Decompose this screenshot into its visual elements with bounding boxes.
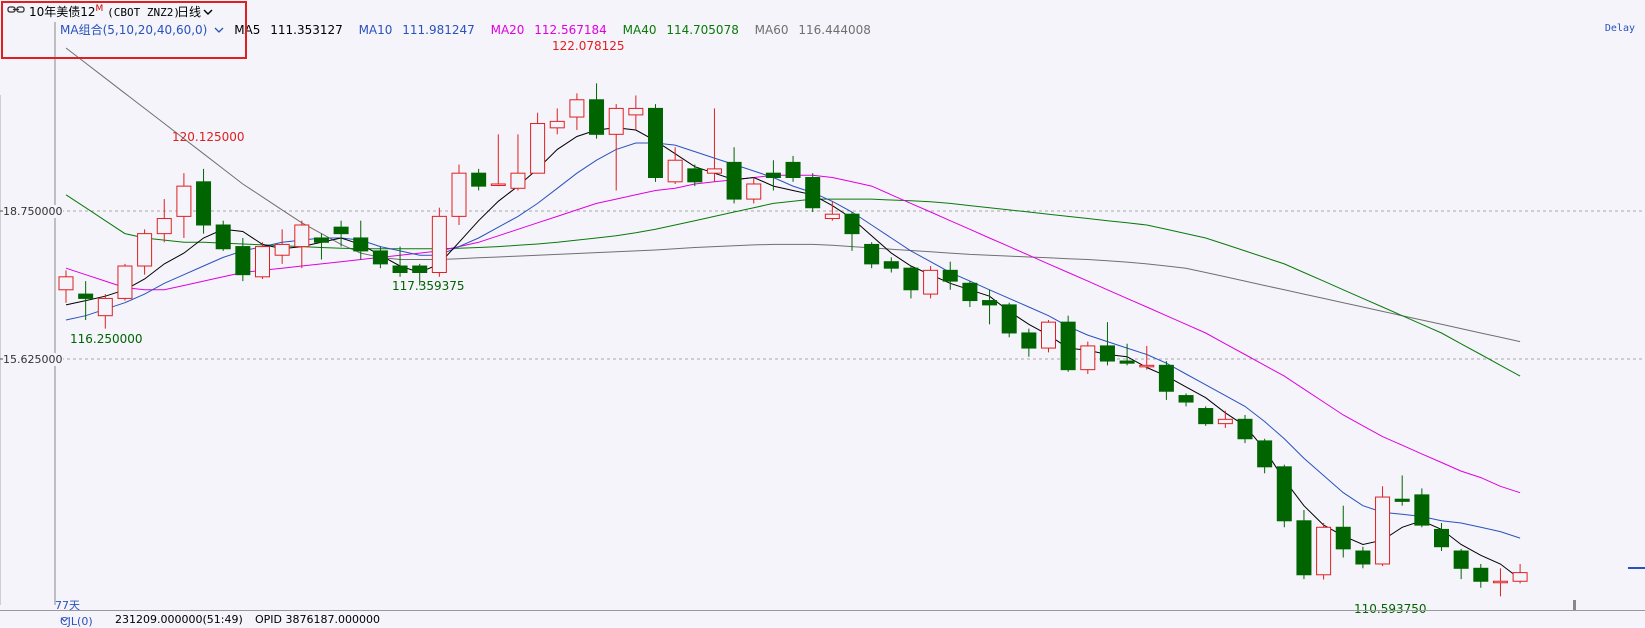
- cjl-label: CJL(0): [60, 615, 93, 628]
- candle-body: [726, 161, 742, 200]
- candle-body: [549, 120, 565, 129]
- candle-body: [156, 218, 172, 235]
- y-axis-label-lower: 15.625000: [3, 353, 63, 366]
- candle-body: [1041, 321, 1056, 349]
- candle-body: [824, 213, 840, 220]
- candle-body: [746, 183, 762, 200]
- candle-body: [785, 161, 801, 179]
- candle-body: [903, 267, 919, 291]
- candle-body: [372, 250, 388, 265]
- candle-body: [1276, 466, 1292, 522]
- candle-body: [451, 172, 467, 217]
- candle-body: [471, 172, 487, 187]
- candle-body: [667, 159, 683, 183]
- candle-body: [196, 181, 212, 226]
- candle-body: [510, 172, 526, 189]
- candle-body: [274, 243, 290, 256]
- candle-body: [313, 237, 329, 243]
- ma-line-ma60: [65, 47, 1521, 343]
- candle-body: [1080, 345, 1096, 371]
- candle-body: [97, 297, 113, 317]
- candle-body: [608, 107, 624, 135]
- candle-body: [137, 233, 153, 267]
- candle-body: [392, 265, 408, 274]
- y-axis-label-upper: 18.750000: [3, 205, 63, 218]
- candle-body: [805, 177, 821, 209]
- candle-body: [1492, 580, 1508, 584]
- high-annotation-1: 120.125000: [172, 130, 245, 144]
- candle-body: [1512, 572, 1528, 582]
- volume-indicator-selector[interactable]: CJL(0): [60, 613, 93, 628]
- candle-body: [1119, 360, 1135, 364]
- candle-body: [1414, 494, 1430, 526]
- candle-body: [1099, 345, 1115, 362]
- open-interest-value: OPID 3876187.000000: [255, 613, 380, 626]
- ma-line-ma10: [65, 142, 1521, 539]
- volume-value: 231209.000000(51:49): [115, 613, 243, 626]
- candle-body: [864, 243, 880, 265]
- candle-body: [589, 99, 605, 135]
- candle-body: [1355, 550, 1371, 565]
- candle-body: [706, 168, 722, 174]
- candle-body: [1316, 526, 1332, 576]
- candle-body: [412, 265, 428, 274]
- candle-body: [1178, 395, 1194, 403]
- candle-body: [569, 99, 585, 118]
- candle-body: [1375, 496, 1391, 565]
- volume-panel-header: CJL(0) 231209.000000(51:49) OPID 3876187…: [0, 610, 1645, 628]
- candle-body: [117, 265, 133, 299]
- candle-body: [1060, 321, 1076, 371]
- candle-body: [333, 226, 349, 235]
- candle-body: [1473, 567, 1489, 582]
- candle-body: [490, 183, 506, 186]
- candle-body: [235, 246, 251, 276]
- candle-body: [1139, 364, 1155, 368]
- last-price-marker: [1628, 567, 1645, 569]
- candle-body: [982, 300, 998, 306]
- high-annotation-2: 122.078125: [552, 39, 625, 53]
- ma-line-ma40: [65, 194, 1521, 377]
- candle-body: [1001, 304, 1017, 334]
- candle-body: [1257, 440, 1273, 468]
- candle-body: [1434, 528, 1449, 548]
- candle-body: [1335, 526, 1351, 550]
- candle-body: [176, 185, 192, 217]
- candle-body: [353, 237, 369, 252]
- candle-body: [883, 261, 899, 269]
- ma-line-ma20: [65, 174, 1521, 494]
- volume-tick: [1573, 600, 1576, 610]
- low-annotation-1: 116.250000: [70, 332, 143, 346]
- candle-body: [215, 224, 231, 250]
- candle-body: [765, 172, 781, 179]
- candle-body: [1237, 418, 1253, 440]
- candle-body: [530, 123, 546, 174]
- candle-body: [431, 215, 447, 273]
- candle-body: [628, 107, 644, 116]
- candle-body: [648, 107, 663, 178]
- candle-body: [1158, 364, 1174, 392]
- candle-body: [923, 269, 939, 295]
- candle-body: [1453, 550, 1469, 569]
- candle-body: [844, 213, 860, 235]
- candle-body: [78, 293, 94, 299]
- candle-body: [687, 168, 703, 183]
- candle-body: [1296, 520, 1312, 576]
- candle-body: [255, 246, 270, 278]
- low-annotation-2: 117.359375: [392, 279, 465, 293]
- candle-body: [1021, 332, 1037, 349]
- candle-body: [1217, 418, 1233, 425]
- ma-line-ma5: [65, 127, 1521, 580]
- candle-body: [1198, 408, 1214, 425]
- candle-body: [962, 282, 978, 302]
- candlestick-chart[interactable]: [0, 0, 1645, 610]
- candle-body: [294, 224, 310, 248]
- candle-body: [1394, 498, 1410, 502]
- candle-body: [942, 269, 958, 282]
- candle-body: [58, 276, 74, 291]
